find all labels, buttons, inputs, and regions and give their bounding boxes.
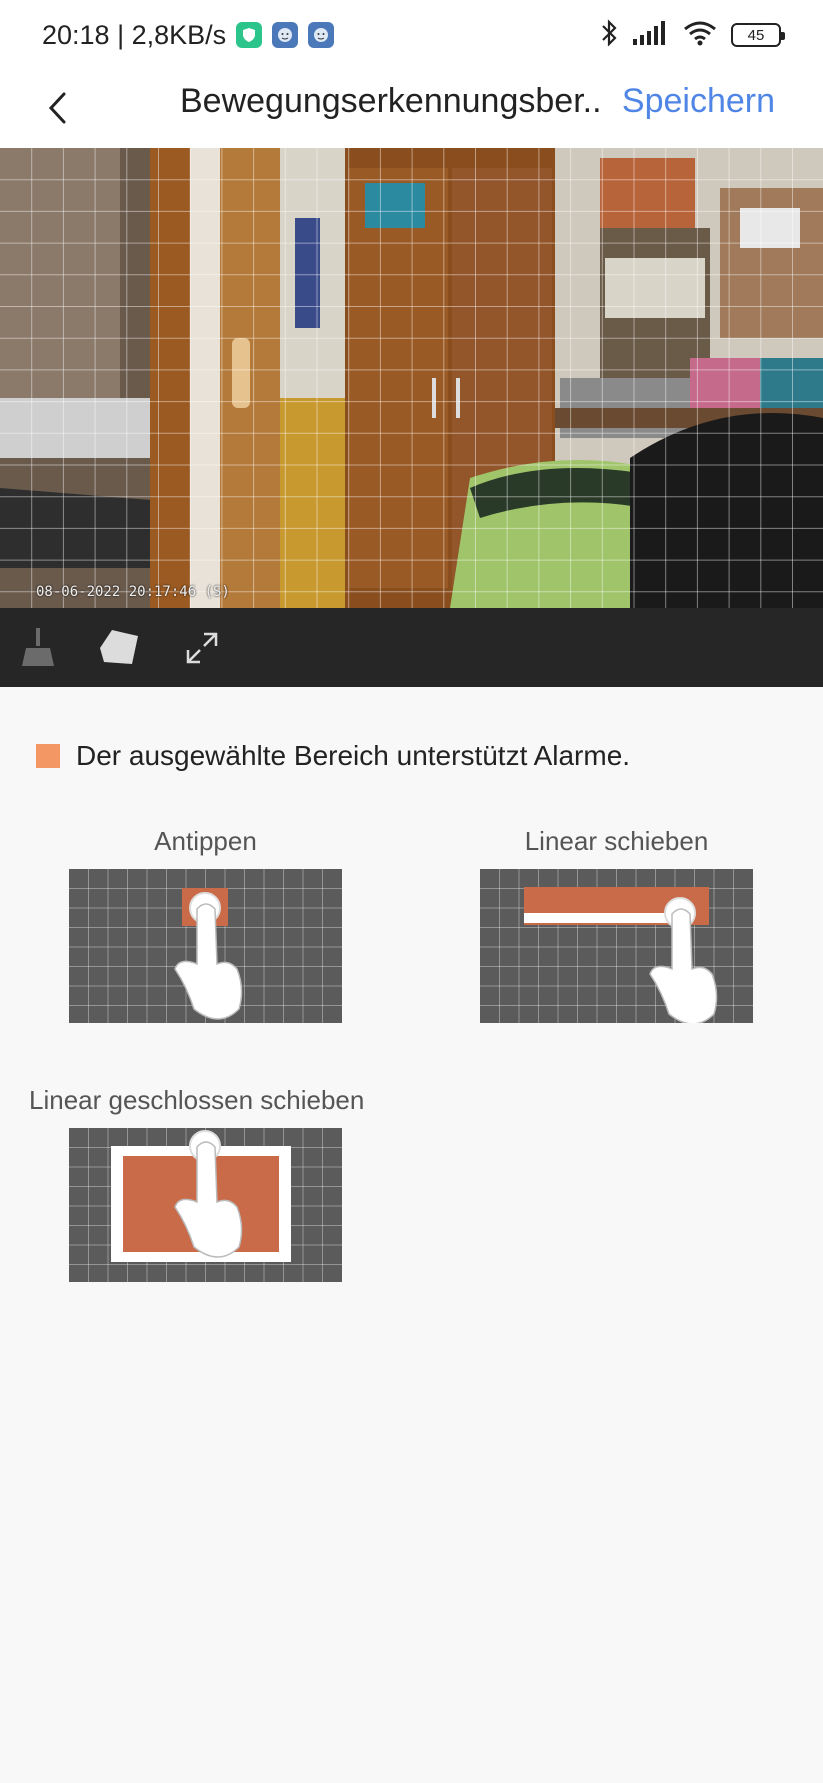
camera-timestamp: 08-06-2022 20:17:46 (S) [36, 584, 230, 600]
expand-icon [186, 632, 218, 663]
back-button[interactable] [38, 86, 78, 130]
chevron-left-icon [48, 92, 66, 124]
demo-linear-slide: Linear schieben [480, 826, 753, 1026]
demo-closed-slide: Linear geschlossen schieben [29, 1085, 382, 1285]
detection-grid[interactable] [0, 148, 823, 608]
bluetooth-icon [599, 18, 619, 53]
alarm-area-legend: Der ausgewählte Bereich unterstützt Alar… [36, 740, 630, 772]
page-title: Bewegungserkennungsber.. [180, 82, 602, 120]
battery-level: 45 [747, 26, 765, 44]
shield-app-icon [236, 22, 263, 48]
demo-tap-illustration [69, 869, 342, 1023]
eraser-button[interactable] [98, 626, 142, 670]
demo-linear-slide-illustration [480, 869, 753, 1023]
app-header: Bewegungserkennungsber.. Speichern [0, 70, 823, 148]
face-app-icon [272, 22, 299, 48]
status-time-speed: 20:18 | 2,8KB/s [42, 19, 227, 50]
broom-icon [22, 627, 54, 666]
demo-tap: Antippen [69, 826, 342, 1026]
clear-button[interactable] [16, 626, 60, 670]
demo-tap-label: Antippen [154, 826, 257, 856]
fullscreen-button[interactable] [180, 626, 224, 670]
tool-bar [0, 608, 823, 687]
save-button[interactable]: Speichern [619, 82, 775, 121]
legend-text: Der ausgewählte Bereich unterstützt Alar… [76, 740, 631, 771]
selected-area-swatch [36, 744, 60, 768]
camera-preview[interactable]: 08-06-2022 20:17:46 (S) [0, 148, 823, 608]
demo-closed-slide-illustration [69, 1128, 342, 1282]
battery-icon: 45 [731, 23, 785, 47]
eraser-icon [100, 629, 138, 664]
demo-linear-slide-label: Linear schieben [524, 826, 709, 856]
status-right: 45 [599, 18, 785, 53]
status-left: 20:18 | 2,8KB/s [42, 19, 335, 51]
face-app-icon [308, 22, 335, 48]
demo-closed-slide-label: Linear geschlossen schieben [29, 1085, 365, 1115]
status-bar: 20:18 | 2,8KB/s 45 [0, 0, 823, 70]
wifi-icon [683, 20, 717, 51]
signal-icon [633, 20, 669, 50]
